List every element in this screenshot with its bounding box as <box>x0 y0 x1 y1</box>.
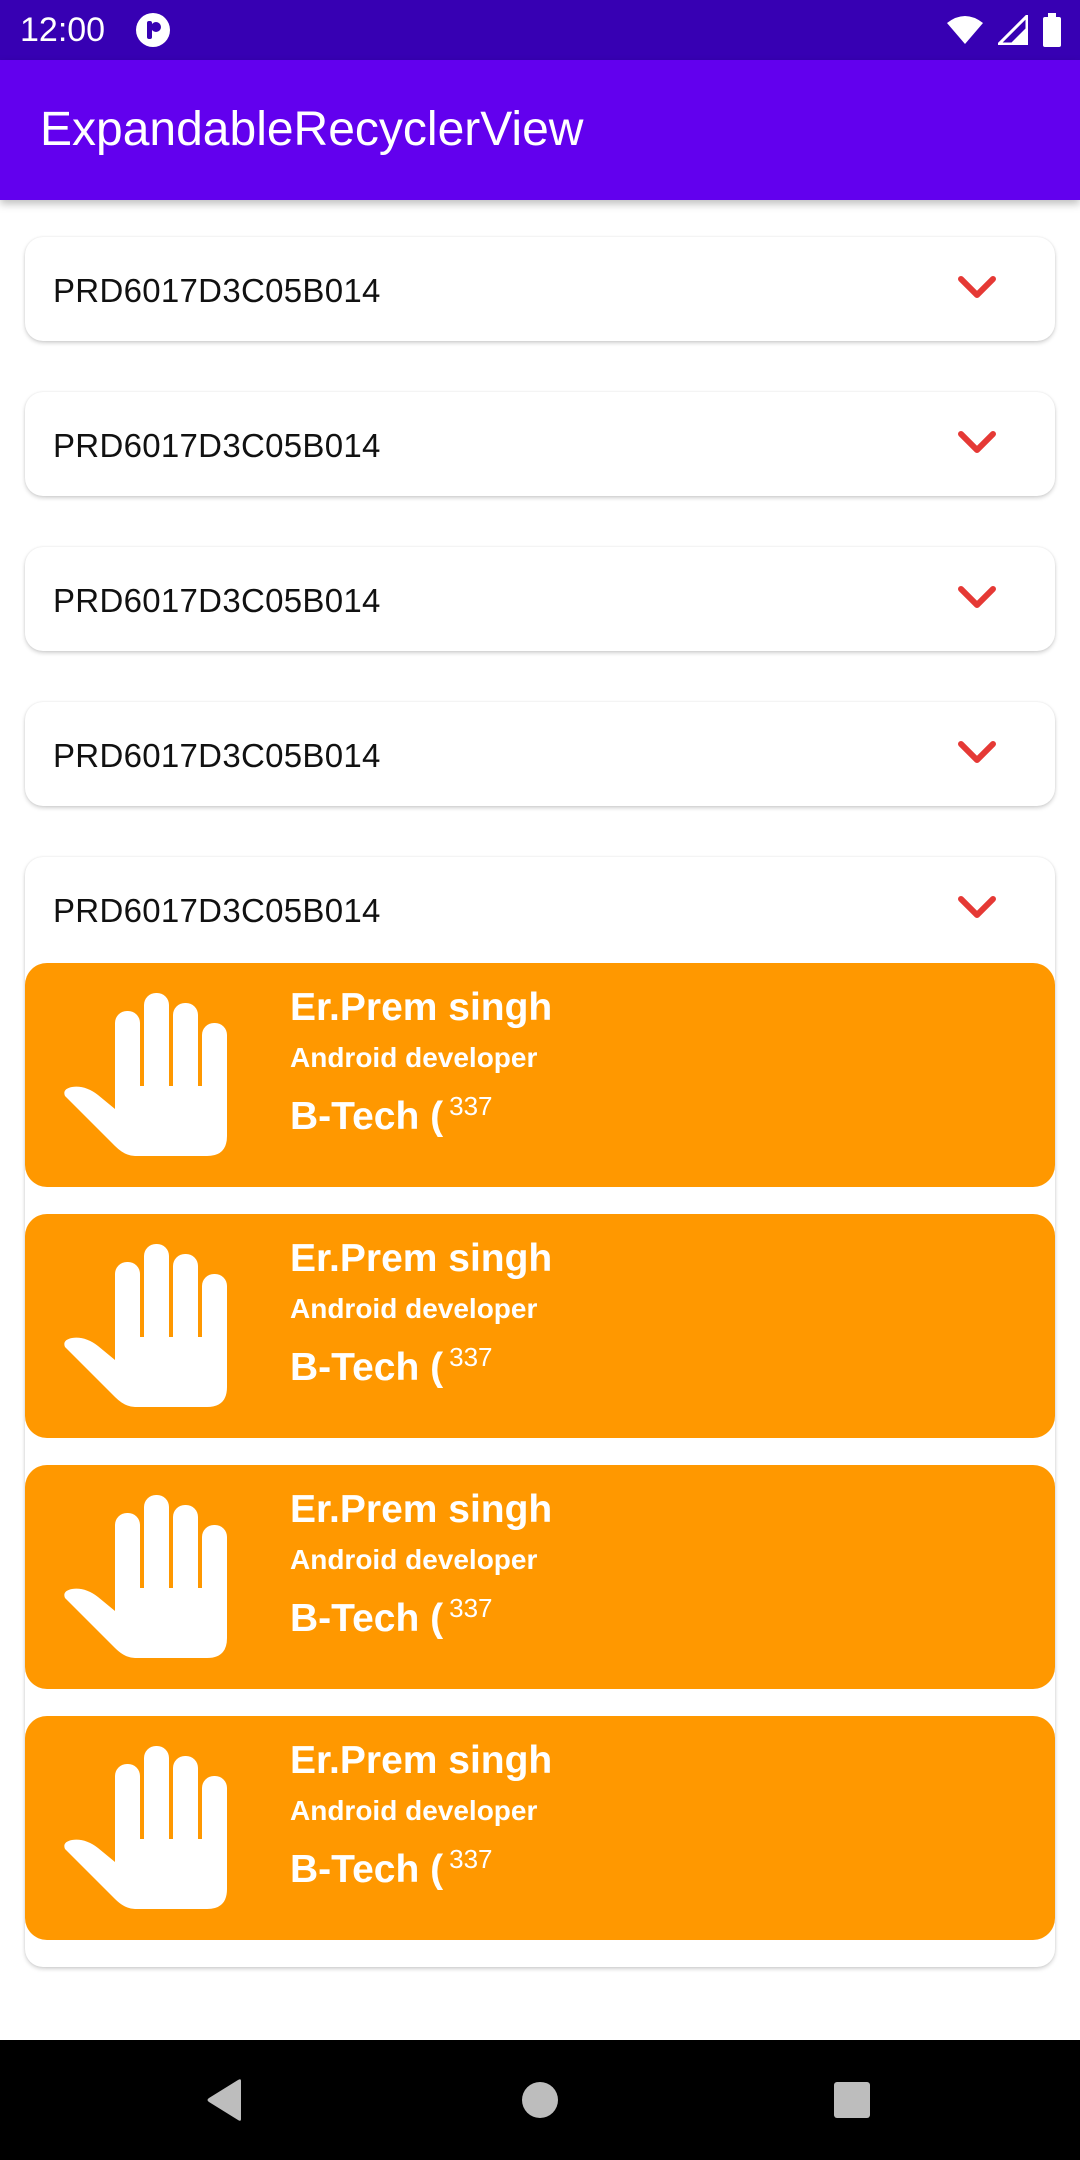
card-degree-text: B-Tech ( <box>290 1346 444 1389</box>
card-degree: B-Tech (337 <box>290 1083 493 1140</box>
back-icon <box>207 2079 241 2121</box>
chevron-down-icon[interactable] <box>957 583 997 613</box>
card-degree-text: B-Tech ( <box>290 1095 444 1138</box>
list-item[interactable]: PRD6017D3C05B014 <box>25 702 1055 806</box>
chevron-down-icon[interactable] <box>957 273 997 303</box>
card-name: Er.Prem singh <box>290 1739 553 1782</box>
card-degree: B-Tech (337 <box>290 1836 493 1893</box>
home-icon <box>522 2082 558 2118</box>
status-bar: 12:00 <box>0 0 1080 60</box>
card-degree: B-Tech (337 <box>290 1334 493 1391</box>
card-degree: B-Tech (337 <box>290 1585 493 1642</box>
card-degree-text: B-Tech ( <box>290 1848 444 1891</box>
card-role: Android developer <box>290 1544 538 1575</box>
list-item-label: PRD6017D3C05B014 <box>53 427 381 464</box>
list-item[interactable]: PRD6017D3C05B014 <box>25 392 1055 496</box>
home-button[interactable] <box>480 2040 600 2160</box>
hand-icon <box>64 1495 227 1658</box>
list-item-label: PRD6017D3C05B014 <box>53 892 381 929</box>
card-name: Er.Prem singh <box>290 1237 553 1280</box>
chevron-down-icon[interactable] <box>957 428 997 458</box>
detail-card[interactable]: Er.Prem singh Android developer B-Tech (… <box>25 963 1055 1187</box>
detail-card[interactable]: Er.Prem singh Android developer B-Tech (… <box>25 1716 1055 1940</box>
list-item[interactable]: PRD6017D3C05B014 <box>25 237 1055 341</box>
app-notification-icon <box>136 13 170 47</box>
hand-icon <box>64 1244 227 1407</box>
battery-icon <box>1043 13 1061 47</box>
card-role: Android developer <box>290 1293 538 1324</box>
card-role: Android developer <box>290 1795 538 1826</box>
chevron-down-icon[interactable] <box>957 893 997 923</box>
back-button[interactable] <box>165 2040 285 2160</box>
card-number: 337 <box>449 1342 493 1372</box>
recycler-list[interactable]: PRD6017D3C05B014 PRD6017D3C05B014 PRD601… <box>0 200 1080 2040</box>
list-item[interactable]: PRD6017D3C05B014 <box>25 547 1055 651</box>
hand-icon <box>64 1746 227 1909</box>
list-item-label: PRD6017D3C05B014 <box>53 272 381 309</box>
card-name: Er.Prem singh <box>290 986 553 1029</box>
list-item-label: PRD6017D3C05B014 <box>53 582 381 619</box>
app-bar: ExpandableRecyclerView <box>0 60 1080 200</box>
status-time: 12:00 <box>20 11 106 49</box>
signal-icon <box>998 15 1028 45</box>
card-number: 337 <box>449 1844 493 1874</box>
card-name: Er.Prem singh <box>290 1488 553 1531</box>
navigation-bar <box>0 2040 1080 2160</box>
detail-card[interactable]: Er.Prem singh Android developer B-Tech (… <box>25 1214 1055 1438</box>
status-icons <box>946 10 1062 50</box>
list-item-label: PRD6017D3C05B014 <box>53 737 381 774</box>
hand-icon <box>64 993 227 1156</box>
card-role: Android developer <box>290 1042 538 1073</box>
card-number: 337 <box>449 1593 493 1623</box>
card-degree-text: B-Tech ( <box>290 1597 444 1640</box>
wifi-icon <box>947 16 983 44</box>
app-title: ExpandableRecyclerView <box>40 103 584 156</box>
card-number: 337 <box>449 1091 493 1121</box>
recents-button[interactable] <box>792 2040 912 2160</box>
chevron-down-icon[interactable] <box>957 738 997 768</box>
recents-icon <box>834 2082 870 2118</box>
detail-card[interactable]: Er.Prem singh Android developer B-Tech (… <box>25 1465 1055 1689</box>
